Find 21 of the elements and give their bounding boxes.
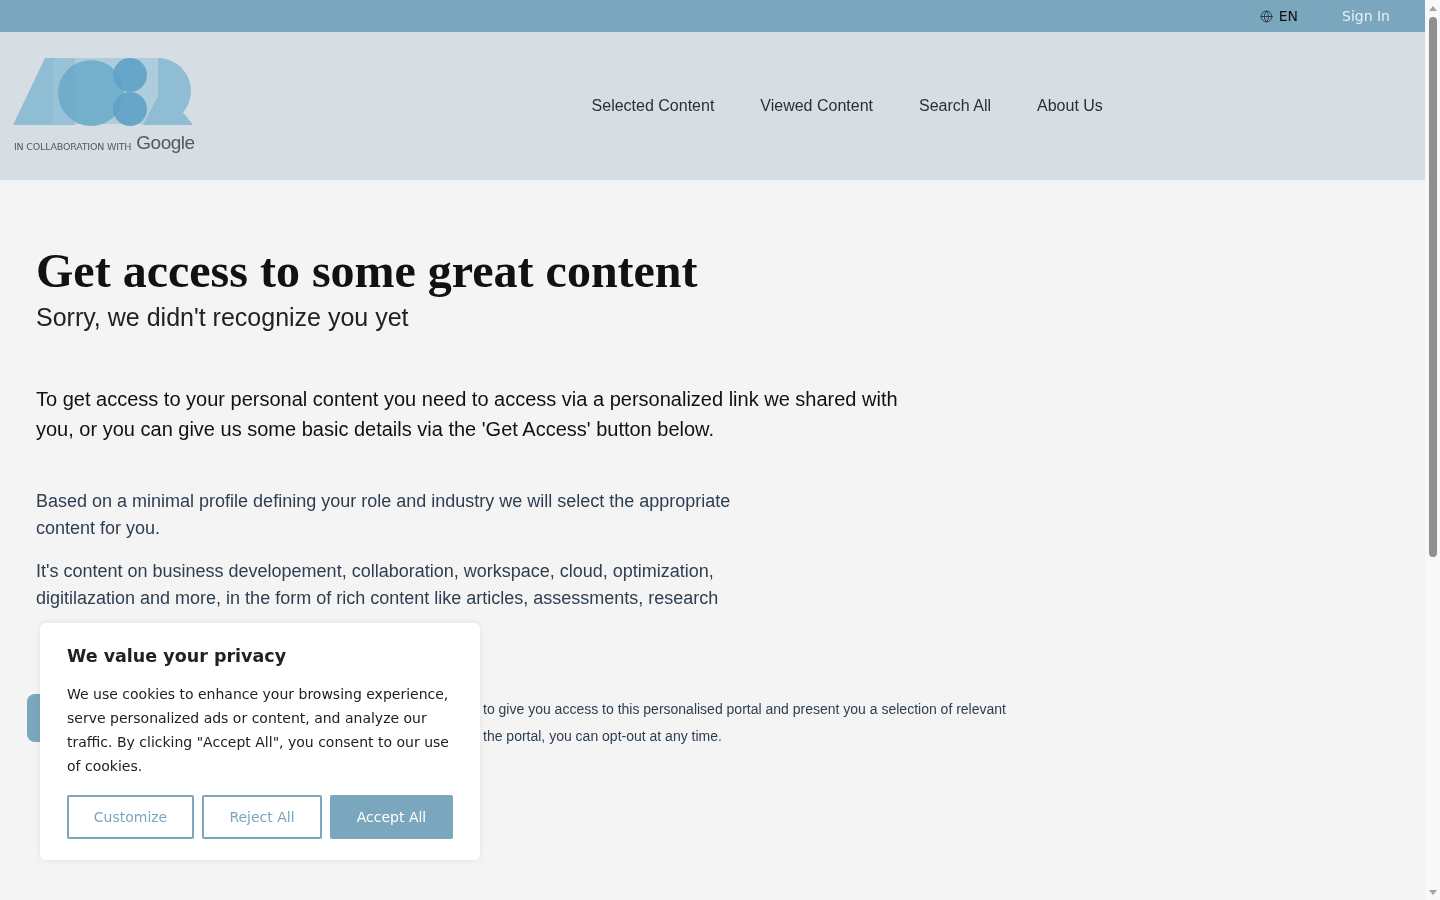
page-title: Get access to some great content — [36, 244, 698, 298]
page-subtitle: Sorry, we didn't recognize you yet — [36, 302, 409, 332]
consent-text: the portal, you can opt-out at any time. — [483, 727, 723, 746]
scrollbar[interactable] — [1425, 0, 1440, 900]
consent-text: to give you access to this personalised portal and present you a selection of relevant — [483, 700, 1006, 719]
cookie-dialog-title: We value your privacy — [67, 645, 288, 668]
partner-logo-text: Google — [136, 132, 195, 152]
description-paragraph: It's content on business developement, collaboration, workspace, cloud, optimization, digitilazation and more, in the form of rich content like articles, assessments, research — [36, 560, 720, 610]
logo-tagline: IN COLLABORATION WITH — [14, 142, 132, 152]
nav-link[interactable]: Selected Content — [591, 94, 715, 118]
globe-icon — [1259, 9, 1273, 23]
nav-link[interactable]: About Us — [1037, 94, 1103, 118]
scrollbar-thumb[interactable] — [1428, 17, 1437, 557]
language-selector[interactable]: EN — [1278, 5, 1298, 27]
scroll-down-icon[interactable] — [1428, 889, 1437, 895]
nav-link[interactable]: Viewed Content — [760, 94, 873, 118]
cookie-dialog-text: We use cookies to enhance your browsing experience, serve personalized ads or content, and analyze our traffic. By clicking "Accept All", you consent to our use of cookies. — [67, 685, 450, 776]
nav-link[interactable]: Search All — [919, 94, 992, 118]
description-paragraph: Based on a minimal profile defining your role and industry we will select the appropriate content for you. — [36, 490, 732, 540]
intro-text: To get access to your personal content you need to access via a personalized link we shared with you, or you can give us some basic details via the 'Get Access' button below. — [36, 387, 899, 442]
scroll-up-icon[interactable] — [1428, 5, 1437, 11]
